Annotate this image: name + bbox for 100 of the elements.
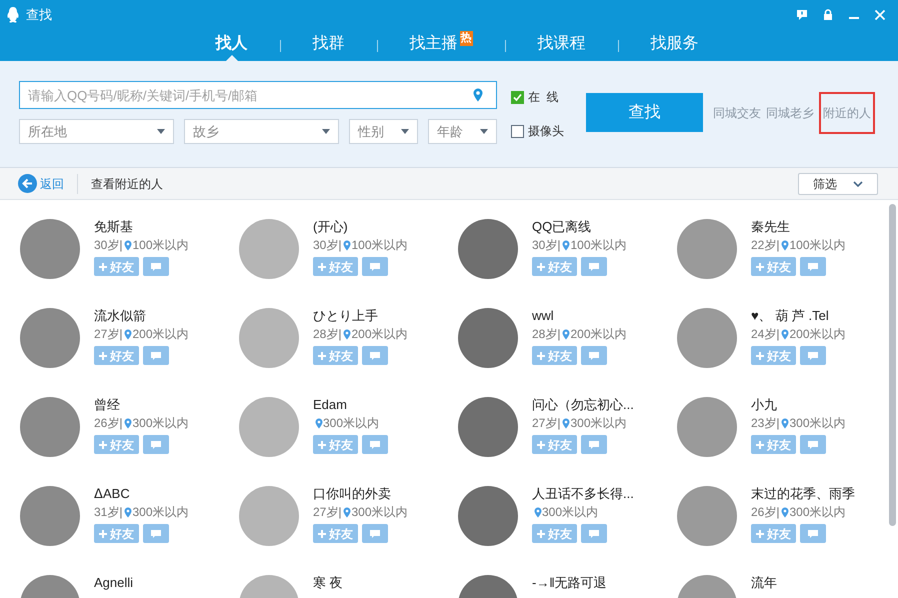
add-friend-button[interactable]: 好友 <box>751 435 796 454</box>
message-button[interactable] <box>362 346 388 365</box>
scrollbar[interactable] <box>889 204 896 526</box>
add-friend-button[interactable]: 好友 <box>751 346 796 365</box>
add-friend-button[interactable]: 好友 <box>94 346 139 365</box>
search-button[interactable]: 查找 <box>586 93 703 132</box>
caret-icon <box>322 129 330 134</box>
user-name: 寒 夜 <box>313 575 343 591</box>
distance-label: 100米以内 <box>789 238 846 253</box>
message-button[interactable] <box>800 346 826 365</box>
message-button[interactable] <box>800 257 826 276</box>
user-name: ♥、 葫 芦 .Tel <box>751 308 830 324</box>
chat-bubble-icon <box>151 440 161 448</box>
message-button[interactable] <box>800 435 826 454</box>
plus-icon <box>99 440 107 448</box>
feedback-icon[interactable] <box>796 9 808 21</box>
chat-bubble-icon <box>151 262 161 270</box>
add-friend-button[interactable]: 好友 <box>313 257 358 276</box>
add-friend-button[interactable]: 好友 <box>532 524 577 543</box>
message-button[interactable] <box>143 257 169 276</box>
lock-icon[interactable] <box>822 9 834 21</box>
location-pin-icon <box>343 329 352 340</box>
distance-label: 100米以内 <box>570 238 626 253</box>
message-button[interactable] <box>581 524 607 543</box>
user-name: 末过的花季、雨季 <box>751 486 855 502</box>
dropdown[interactable]: 所在地 <box>19 119 174 144</box>
message-button[interactable] <box>143 346 169 365</box>
tab[interactable]: 找服务 <box>650 30 698 61</box>
user-age: 31岁| <box>94 505 122 520</box>
add-friend-button[interactable]: 好友 <box>313 524 358 543</box>
distance-label: 100米以内 <box>351 238 408 253</box>
plus-icon <box>318 262 326 270</box>
chat-bubble-icon <box>151 352 161 360</box>
back-button[interactable]: 返回 <box>18 174 64 193</box>
chat-bubble-icon <box>589 262 599 270</box>
user-age: 28岁| <box>532 327 560 342</box>
user-name: 问心（勿忘初心... <box>532 397 634 413</box>
add-friend-button[interactable]: 好友 <box>94 257 139 276</box>
message-button[interactable] <box>362 524 388 543</box>
quick-link[interactable]: 附近的人 <box>819 92 875 134</box>
add-friend-button[interactable]: 好友 <box>532 435 577 454</box>
location-pin-icon <box>781 329 790 340</box>
message-button[interactable] <box>581 435 607 454</box>
distance-label: 300米以内 <box>323 416 380 431</box>
add-friend-button[interactable]: 好友 <box>94 435 139 454</box>
location-pin-icon <box>124 240 132 251</box>
distance-label: 300米以内 <box>789 505 846 520</box>
chat-bubble-icon <box>589 352 599 360</box>
location-pin-icon <box>781 418 790 429</box>
add-friend-button[interactable]: 好友 <box>532 257 577 276</box>
user-name: QQ已离线 <box>532 219 592 235</box>
chat-bubble-icon <box>370 440 380 448</box>
plus-icon <box>756 352 764 360</box>
dropdown[interactable]: 年龄 <box>428 119 497 144</box>
message-button[interactable] <box>362 435 388 454</box>
message-button[interactable] <box>581 257 607 276</box>
add-friend-button[interactable]: 好友 <box>532 346 577 365</box>
user-name: 免斯基 <box>94 219 134 235</box>
user-age: 23岁| <box>751 416 780 431</box>
message-button[interactable] <box>581 346 607 365</box>
hot-badge: 热 <box>460 31 472 46</box>
message-button[interactable] <box>800 524 826 543</box>
user-name: wwl <box>532 308 555 324</box>
message-button[interactable] <box>143 524 169 543</box>
quick-link[interactable]: 同城老乡 <box>766 104 814 122</box>
search-field[interactable]: 请输入QQ号码/昵称/关键词/手机号/邮箱 <box>19 81 497 109</box>
distance-label: 200米以内 <box>351 327 408 342</box>
chat-bubble-icon <box>370 262 380 270</box>
filter-button[interactable]: 筛选 <box>798 172 878 194</box>
user-name: 流年 <box>751 575 777 591</box>
distance-label: 300米以内 <box>570 416 626 431</box>
caret-icon <box>480 129 488 134</box>
user-age: 24岁| <box>751 327 780 342</box>
tab[interactable]: 找课程 <box>538 30 586 61</box>
location-pin-icon <box>562 329 570 340</box>
checkbox[interactable] <box>511 124 524 138</box>
checkbox[interactable] <box>511 90 524 104</box>
add-friend-button[interactable]: 好友 <box>313 435 358 454</box>
message-button[interactable] <box>143 435 169 454</box>
checkbox-option[interactable]: 摄像头 <box>511 122 564 140</box>
chevron-down-icon <box>853 180 863 186</box>
checkbox-option[interactable]: 在 线 <box>511 88 564 106</box>
dropdown[interactable]: 故乡 <box>184 119 339 144</box>
quick-link[interactable]: 同城交友 <box>713 104 761 122</box>
plus-icon <box>318 352 326 360</box>
add-friend-button[interactable]: 好友 <box>313 346 358 365</box>
close-icon[interactable] <box>874 9 886 21</box>
location-pin-icon <box>781 240 790 251</box>
tab[interactable]: 找群 <box>312 30 344 61</box>
message-button[interactable] <box>362 257 388 276</box>
add-friend-button[interactable]: 好友 <box>751 524 796 543</box>
add-friend-button[interactable]: 好友 <box>94 524 139 543</box>
chat-bubble-icon <box>808 440 818 448</box>
dropdown[interactable]: 性别 <box>349 119 418 144</box>
location-pin-icon <box>781 507 790 518</box>
location-pin-icon <box>124 418 132 429</box>
plus-icon <box>318 530 326 538</box>
penguin-logo-icon <box>6 7 20 23</box>
add-friend-button[interactable]: 好友 <box>751 257 796 276</box>
location-pin-icon[interactable] <box>473 88 483 102</box>
